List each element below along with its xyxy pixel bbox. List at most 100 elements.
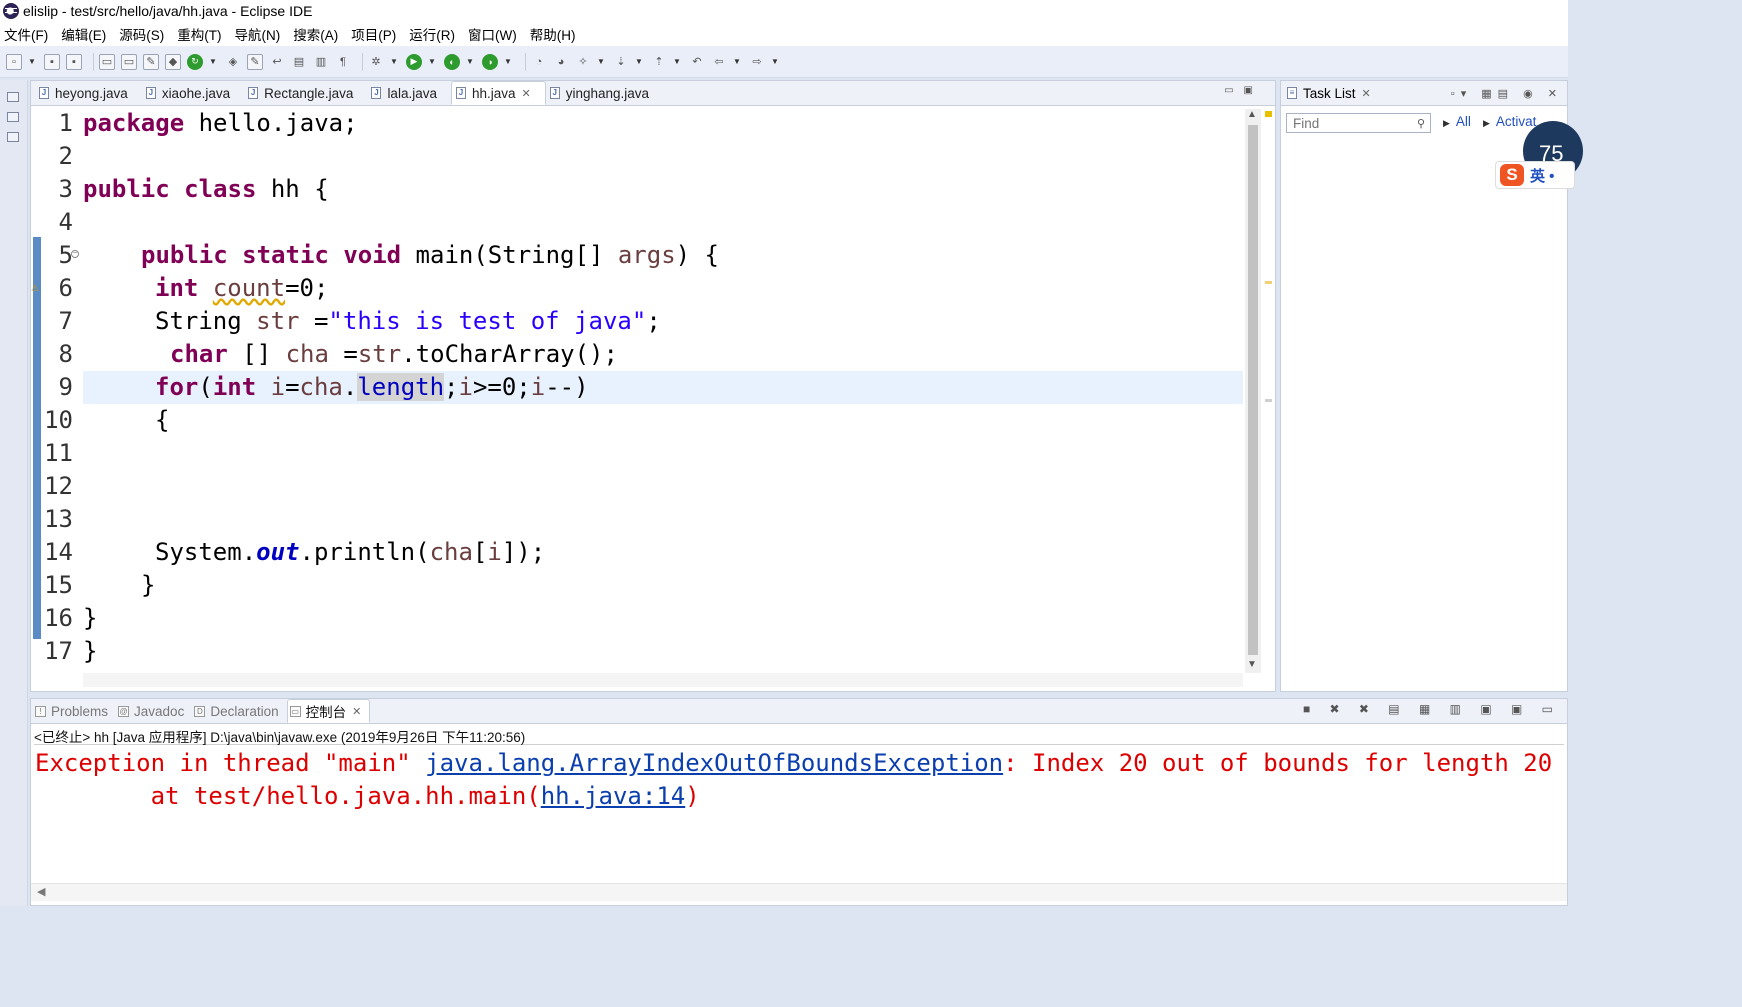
warning-overview-marker[interactable] (1265, 111, 1272, 117)
warning-marker-icon[interactable]: ⚠ (31, 283, 41, 293)
open-type-icon[interactable]: ◈ (225, 54, 241, 70)
code-editor[interactable]: package hello.java; public class hh { pu… (83, 107, 1243, 675)
external-tools-icon[interactable]: ◑ (482, 53, 498, 70)
editor-vertical-scrollbar[interactable]: ▲ ▼ (1245, 109, 1261, 673)
tab-lala-java[interactable]: Jlala.java (367, 81, 451, 105)
run-dropdown-icon[interactable]: ▼ (428, 54, 436, 70)
tab-javadoc[interactable]: @ Javadoc (116, 699, 192, 723)
tab-hh-java[interactable]: Jhh.java ✕ (450, 81, 546, 105)
save-all-icon[interactable]: ▪ (66, 53, 82, 70)
next-annotation-icon[interactable]: ⇣ (613, 54, 629, 70)
console-view-icon[interactable]: ▭ (121, 53, 137, 70)
paragraph-icon[interactable]: ¶ (335, 54, 351, 70)
scroll-down-icon[interactable]: ▼ (1247, 659, 1257, 670)
close-tab-icon[interactable]: ✕ (352, 705, 361, 718)
external-tools-dropdown-icon[interactable]: ▼ (504, 54, 512, 70)
occurrence-marker[interactable] (1265, 399, 1272, 402)
occurrence-marker[interactable] (1265, 281, 1272, 284)
forward-icon[interactable]: ⇨ (749, 54, 765, 70)
code-line[interactable]: System.out.println(cha[i]); (155, 536, 1315, 569)
menu-source[interactable]: 源码(S) (119, 24, 164, 44)
code-line[interactable]: package hello.java; (83, 107, 1243, 140)
fold-collapse-icon[interactable]: − (71, 250, 79, 258)
close-tab-icon[interactable]: ✕ (522, 87, 531, 100)
close-tab-icon[interactable]: ✕ (1362, 87, 1371, 100)
console-horizontal-scrollbar[interactable]: ◀ (31, 883, 1567, 901)
code-line[interactable]: } (83, 635, 1243, 668)
show-whitespace-icon[interactable]: ▥ (313, 54, 329, 70)
hierarchy-icon[interactable] (7, 132, 19, 142)
prev-annotation-icon[interactable]: ⇡ (651, 54, 667, 70)
block-select-icon[interactable]: ▤ (291, 54, 307, 70)
scrollbar-thumb[interactable] (1248, 125, 1258, 655)
code-line[interactable]: String str ="this is test of java"; (155, 305, 1315, 338)
new-java-project-icon[interactable]: ◔ (531, 54, 547, 70)
highlight-icon[interactable]: ✎ (247, 53, 263, 70)
menu-project[interactable]: 项目(P) (351, 24, 396, 44)
next-annotation-dropdown-icon[interactable]: ▼ (635, 54, 643, 70)
code-line[interactable]: } (141, 569, 1301, 602)
open-folder-icon[interactable]: ◕ (553, 54, 569, 70)
editor-horizontal-scrollbar[interactable] (83, 673, 1243, 687)
exception-link[interactable]: java.lang.ArrayIndexOutOfBoundsException (425, 749, 1003, 777)
stack-trace-link[interactable]: hh.java:14 (541, 782, 686, 810)
refresh-icon[interactable]: ↻ (187, 53, 203, 70)
console-toolbar[interactable]: ■ ✖ ✖ ▤ ▦ ▥ ▣ ▣ ▭ (1303, 702, 1561, 716)
coverage-icon[interactable]: ◐ (444, 53, 460, 70)
filter-activate-link[interactable]: ▶ Activat (1483, 114, 1536, 129)
package-icon[interactable]: ◆ (165, 53, 181, 70)
search-wand-icon[interactable]: ✧ (575, 54, 591, 70)
prev-annotation-dropdown-icon[interactable]: ▼ (673, 54, 681, 70)
tab-xiaohe-java[interactable]: Jxiaohe.java (142, 81, 244, 105)
ime-toolbar[interactable]: S 英 • (1495, 161, 1575, 189)
console-output[interactable]: Exception in thread "main" java.lang.Arr… (35, 747, 1552, 813)
menu-file[interactable]: 文件(F) (4, 24, 48, 44)
code-line[interactable]: { (155, 404, 1315, 437)
search-icon[interactable]: ⚲ (1417, 117, 1425, 130)
task-list-toolbar[interactable]: ▫▾ ▦▤ ◉ ✕ (1451, 87, 1563, 100)
menu-search[interactable]: 搜索(A) (293, 24, 338, 44)
toggle-mark-icon[interactable]: ✎ (143, 53, 159, 70)
tab-problems[interactable]: ! Problems (33, 699, 116, 723)
code-line[interactable]: int count=0; (155, 272, 1315, 305)
run-icon[interactable]: ▶ (406, 53, 422, 70)
tab-declaration[interactable]: D Declaration (192, 699, 286, 723)
debug-icon[interactable]: ✲ (368, 54, 384, 70)
menu-help[interactable]: 帮助(H) (530, 24, 576, 44)
tab-yinghang-java[interactable]: Jyinghang.java (546, 81, 663, 105)
current-code-line[interactable]: for(int i=cha.length;i>=0;i--) (83, 371, 1243, 404)
scroll-up-icon[interactable]: ▲ (1247, 109, 1257, 120)
menu-edit[interactable]: 编辑(E) (61, 24, 106, 44)
code-line[interactable]: public static void main(String[] args) { (141, 239, 1301, 272)
tab-console[interactable]: ▭ 控制台 ✕ (286, 699, 371, 723)
last-edit-icon[interactable]: ↶ (689, 54, 705, 70)
menu-navigate[interactable]: 导航(N) (235, 24, 281, 44)
overview-ruler[interactable] (1263, 109, 1273, 673)
find-input[interactable] (1286, 113, 1431, 133)
new-dropdown-icon[interactable]: ▼ (28, 54, 36, 70)
save-icon[interactable]: ▪ (44, 53, 60, 70)
code-line[interactable]: } (83, 602, 1243, 635)
menu-window[interactable]: 窗口(W) (468, 24, 517, 44)
new-file-icon[interactable]: ▫ (6, 53, 22, 70)
debug-dropdown-icon[interactable]: ▼ (390, 54, 398, 70)
restore-icon[interactable] (7, 92, 19, 102)
code-line[interactable]: char [] cha =str.toCharArray(); (170, 338, 1330, 371)
back-icon[interactable]: ⇦ (711, 54, 727, 70)
code-line[interactable]: public class hh { (83, 173, 1243, 206)
forward-dropdown-icon[interactable]: ▼ (771, 54, 779, 70)
scroll-left-icon[interactable]: ◀ (37, 885, 45, 898)
word-wrap-icon[interactable]: ↩ (269, 54, 285, 70)
package-explorer-icon[interactable] (7, 112, 19, 122)
menu-refactor[interactable]: 重构(T) (177, 24, 221, 44)
print-icon[interactable]: ▭ (99, 53, 115, 70)
filter-all-link[interactable]: ▶ All (1443, 114, 1471, 129)
editor-minimize-maximize-icon[interactable]: ▭▣ (1224, 85, 1263, 96)
back-dropdown-icon[interactable]: ▼ (733, 54, 741, 70)
refresh-dropdown-icon[interactable]: ▼ (209, 54, 217, 70)
search-dropdown-icon[interactable]: ▼ (597, 54, 605, 70)
tab-heyong-java[interactable]: Jheyong.java (35, 81, 142, 105)
coverage-dropdown-icon[interactable]: ▼ (466, 54, 474, 70)
tab-rectangle-java[interactable]: J Rectangle.java (244, 81, 367, 105)
menu-run[interactable]: 运行(R) (409, 24, 455, 44)
